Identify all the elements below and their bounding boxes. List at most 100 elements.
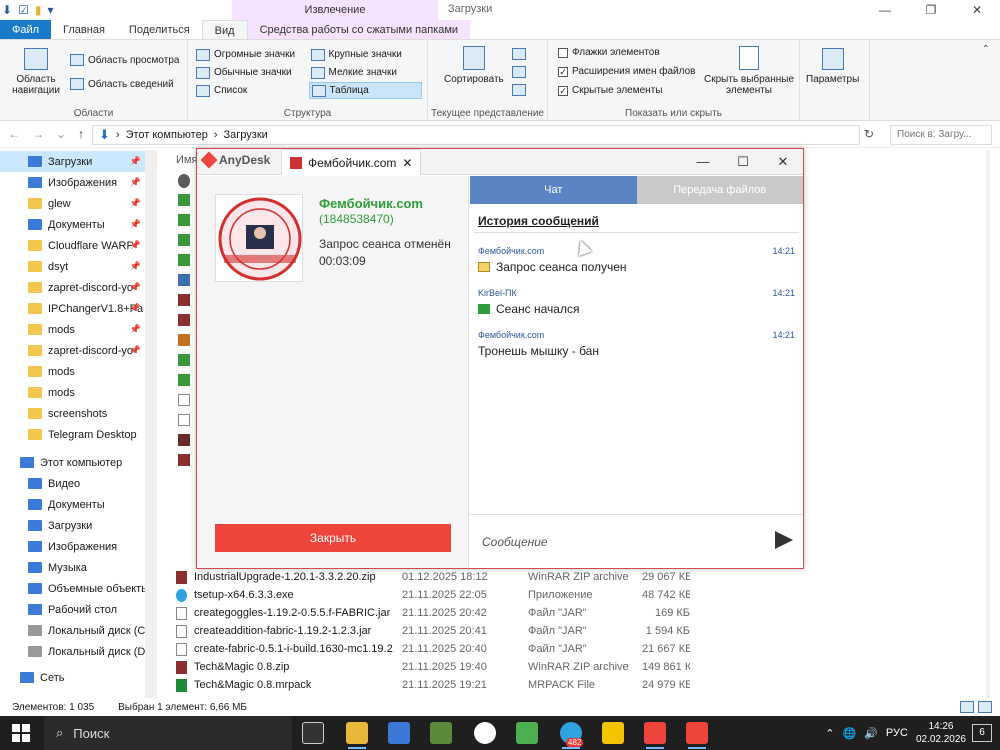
table-row[interactable]: tsetup-x64.6.3.3.exe 21.11.2025 22:05 Прил… xyxy=(176,586,696,604)
anydesk-session-icon[interactable] xyxy=(686,722,708,749)
lock-app-icon[interactable] xyxy=(602,722,624,744)
layout-list[interactable]: Список xyxy=(194,82,308,99)
tab-file-transfer[interactable]: Передача файлов xyxy=(636,176,803,204)
maximize-icon[interactable]: ☐ xyxy=(723,149,763,175)
anydesk-icon[interactable] xyxy=(644,722,666,749)
sidebar-item[interactable]: Cloudflare WARP 📌 xyxy=(0,235,145,256)
breadcrumb-this-pc[interactable]: Этот компьютер xyxy=(126,129,208,141)
message-input[interactable]: Сообщение xyxy=(482,535,548,549)
explorer-icon[interactable] xyxy=(346,722,368,749)
tab-compressed-tools[interactable]: Средства работы со сжатыми папками xyxy=(247,20,471,39)
layout-huge-icons[interactable]: Огромные значки xyxy=(194,46,308,63)
recent-icon[interactable]: ⌄ xyxy=(56,127,66,141)
sidebar-item[interactable]: mods 📌 xyxy=(0,319,145,340)
breadcrumb-downloads[interactable]: Загрузки xyxy=(224,129,268,141)
sidebar-item[interactable]: Документы xyxy=(0,494,145,515)
back-icon[interactable]: ← xyxy=(8,127,20,141)
extensions-toggle[interactable]: ✓ Расширения имен файлов xyxy=(558,66,695,77)
sidebar-item[interactable]: Локальный диск (D:) xyxy=(0,641,145,662)
sidebar-item[interactable]: IPChangerV1.8+Pa 📌 xyxy=(0,298,145,319)
telegram-icon[interactable]: 482 xyxy=(560,722,584,749)
tab-file[interactable]: Файл xyxy=(0,20,52,39)
collapse-ribbon-icon[interactable]: ⌃ xyxy=(982,44,990,55)
table-row[interactable]: Tech&Magic 0.8.mrpack 21.11.2025 19:21 MRP… xyxy=(176,676,696,694)
column-name[interactable]: Имя xyxy=(176,154,197,166)
minecraft-icon[interactable] xyxy=(430,722,452,744)
layout-small-icons[interactable]: Мелкие значки xyxy=(309,64,423,81)
table-row[interactable]: creategoggles-1.19.2-0.5.5.f-FABRIC.jar 2… xyxy=(176,604,696,622)
sidebar-item[interactable]: screenshots xyxy=(0,403,145,424)
clock[interactable]: 14:26 02.02.2026 xyxy=(916,720,966,746)
sidebar-item[interactable]: Музыка xyxy=(0,557,145,578)
sidebar-item-downloads[interactable]: Загрузки 📌 xyxy=(0,151,145,172)
sidebar-item[interactable]: mods xyxy=(0,361,145,382)
layout-large-icons[interactable]: Крупные значки xyxy=(309,46,423,63)
search-input[interactable]: Поиск в: Загру... xyxy=(890,125,992,145)
sidebar-item[interactable]: Локальный диск (C:) xyxy=(0,620,145,641)
close-session-button[interactable]: Закрыть xyxy=(215,524,451,552)
add-columns-icon[interactable] xyxy=(512,66,526,78)
table-row[interactable]: createaddition-fabric-1.19.2-1.2.3.jar 21… xyxy=(176,622,696,640)
dropdown-icon[interactable]: ▾ xyxy=(47,3,53,17)
sidebar-item[interactable]: Объемные объекты xyxy=(0,578,145,599)
tab-close-icon[interactable]: ✕ xyxy=(402,156,412,170)
filelist-scrollbar[interactable] xyxy=(986,150,990,698)
nav-pane-button[interactable]: Область навигации xyxy=(8,48,64,96)
windows-start-icon[interactable] xyxy=(12,724,30,742)
group-by-icon[interactable] xyxy=(512,48,526,60)
yandex-browser-icon[interactable] xyxy=(474,722,496,744)
hide-selected-button[interactable]: Скрыть выбранные элементы xyxy=(702,46,796,96)
close-icon[interactable]: ✕ xyxy=(763,149,803,175)
details-pane-button[interactable]: Область сведений xyxy=(70,78,174,90)
sidebar-item-this-pc[interactable]: Этот компьютер xyxy=(0,452,145,473)
sort-button[interactable]: Сортировать xyxy=(444,46,504,85)
maximize-icon[interactable]: ❐ xyxy=(908,0,954,20)
tab-share[interactable]: Поделиться xyxy=(117,20,202,39)
taskbar-search[interactable]: ⌕ Поиск xyxy=(44,716,292,750)
sidebar-item[interactable]: dsyt 📌 xyxy=(0,256,145,277)
store-icon[interactable] xyxy=(388,722,410,744)
table-row[interactable]: IndustrialUpgrade-1.20.1-3.3.2.20.zip 01.… xyxy=(176,568,696,586)
sidebar-item[interactable]: Загрузки xyxy=(0,515,145,536)
address-box[interactable]: ⬇ › Этот компьютер › Загрузки xyxy=(92,125,860,145)
notification-icon[interactable]: 6 xyxy=(972,724,992,742)
table-row[interactable]: create-fabric-0.5.1-i-build.1630-mc1.19.… xyxy=(176,640,696,658)
task-view-icon[interactable] xyxy=(302,722,324,744)
sidebar-item[interactable]: Рабочий стол xyxy=(0,599,145,620)
sidebar-item[interactable]: Telegram Desktop xyxy=(0,424,145,445)
tab-chat[interactable]: Чат xyxy=(470,176,637,204)
sidebar-item[interactable]: Видео xyxy=(0,473,145,494)
minecraft-launcher-icon[interactable] xyxy=(516,722,538,744)
layout-table[interactable]: Таблица xyxy=(308,82,422,99)
item-checkboxes-toggle[interactable]: Флажки элементов xyxy=(558,47,660,58)
refresh-icon[interactable]: ↻ xyxy=(864,127,874,141)
hidden-items-toggle[interactable]: ✓ Скрытые элементы xyxy=(558,85,662,96)
sidebar-item[interactable]: Документы 📌 xyxy=(0,214,145,235)
tab-view[interactable]: Вид xyxy=(201,20,248,39)
params-button[interactable]: Параметры xyxy=(806,48,859,85)
fit-columns-icon[interactable] xyxy=(512,84,526,96)
sidebar-scrollbar[interactable] xyxy=(145,150,157,698)
forward-icon[interactable]: → xyxy=(32,127,44,141)
anydesk-session-tab[interactable]: Фембойчик.com ✕ xyxy=(281,149,422,175)
volume-icon[interactable]: 🔊 xyxy=(864,727,878,740)
sidebar-item-network[interactable]: Сеть xyxy=(0,667,145,688)
folder-icon[interactable]: ▮ xyxy=(35,3,42,17)
sidebar-item[interactable]: glew 📌 xyxy=(0,193,145,214)
send-icon[interactable] xyxy=(775,531,793,549)
sidebar-item[interactable]: zapret-discord-yo 📌 xyxy=(0,340,145,361)
layout-medium-icons[interactable]: Обычные значки xyxy=(194,64,308,81)
tab-home[interactable]: Главная xyxy=(51,20,117,39)
minimize-icon[interactable]: — xyxy=(683,149,723,175)
sidebar-item[interactable]: mods xyxy=(0,382,145,403)
close-icon[interactable]: ✕ xyxy=(954,0,1000,20)
minimize-icon[interactable]: — xyxy=(862,0,908,20)
down-arrow-icon[interactable]: ⬇ xyxy=(2,3,12,17)
network-icon[interactable]: 🌐 xyxy=(843,727,857,740)
language-indicator[interactable]: РУС xyxy=(886,727,908,739)
up-icon[interactable]: ↑ xyxy=(78,127,84,141)
table-row[interactable]: Tech&Magic 0.8.zip 21.11.2025 19:40 WinRAR… xyxy=(176,658,696,676)
sidebar-item[interactable]: zapret-discord-yo 📌 xyxy=(0,277,145,298)
large-icons-view-icon[interactable] xyxy=(978,701,992,713)
sidebar-item[interactable]: Изображения 📌 xyxy=(0,172,145,193)
